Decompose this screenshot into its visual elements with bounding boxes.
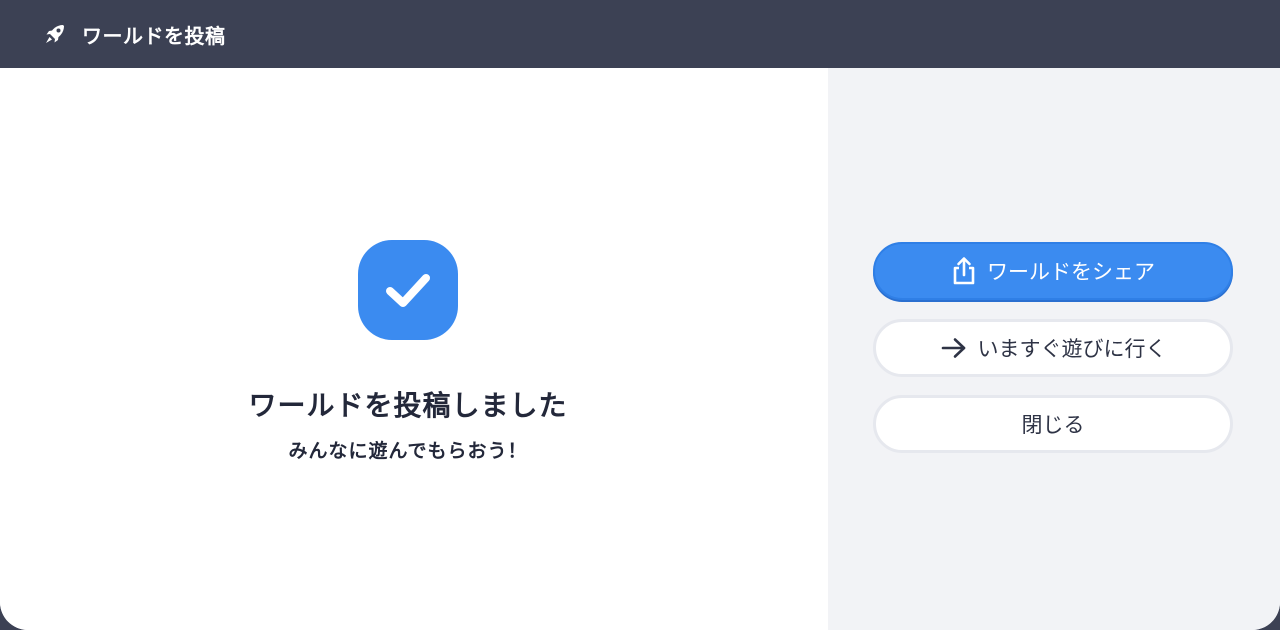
action-panel: ワールドをシェア いますぐ遊びに行く 閉じる	[828, 68, 1280, 630]
play-now-label: いますぐ遊びに行く	[977, 337, 1167, 361]
success-title: ワールドを投稿しました	[248, 389, 568, 422]
check-icon	[358, 240, 458, 340]
arrow-right-icon	[940, 336, 968, 360]
play-now-button[interactable]: いますぐ遊びに行く	[873, 319, 1233, 377]
success-subtitle: みんなに遊んでもらおう！	[288, 440, 528, 462]
share-world-button[interactable]: ワールドをシェア	[873, 242, 1233, 300]
share-icon	[951, 256, 977, 286]
dialog-header: ワールドを投稿	[0, 0, 1280, 68]
dialog-title: ワールドを投稿	[82, 23, 226, 48]
publish-complete-dialog: ワールドを投稿 ワールドを投稿しました みんなに遊んでもらおう！ ワールドをシェ…	[0, 0, 1280, 630]
close-button[interactable]: 閉じる	[873, 395, 1233, 453]
success-panel: ワールドを投稿しました みんなに遊んでもらおう！	[0, 68, 828, 630]
share-world-label: ワールドをシェア	[987, 260, 1155, 284]
close-label: 閉じる	[1021, 413, 1085, 437]
rocket-icon	[42, 21, 68, 47]
